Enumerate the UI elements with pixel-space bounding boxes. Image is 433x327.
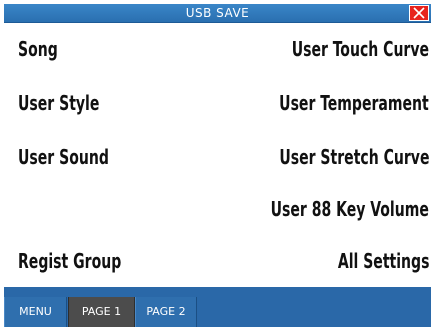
user-temperament-option[interactable]: User Temperament (279, 88, 429, 118)
close-button[interactable] (409, 5, 429, 21)
tab-page-2[interactable]: PAGE 2 (135, 297, 197, 327)
user-touch-curve-option[interactable]: User Touch Curve (292, 34, 429, 64)
user-stretch-curve-option[interactable]: User Stretch Curve (279, 142, 429, 172)
tab-page-1[interactable]: PAGE 1 (68, 297, 135, 327)
bottom-tab-bar: MENU PAGE 1 PAGE 2 (4, 287, 431, 327)
regist-group-option[interactable]: Regist Group (18, 246, 121, 276)
tab-menu[interactable]: MENU (4, 297, 67, 327)
screen-title: USB SAVE (185, 6, 250, 20)
user-style-option[interactable]: User Style (18, 88, 99, 118)
close-icon (413, 7, 425, 19)
all-settings-option[interactable]: All Settings (337, 246, 429, 276)
user-88-key-volume-option[interactable]: User 88 Key Volume (271, 194, 429, 224)
title-bar: USB SAVE (4, 4, 431, 23)
song-option[interactable]: Song (18, 34, 58, 64)
user-sound-option[interactable]: User Sound (18, 142, 109, 172)
usb-save-screen: USB SAVE Song User Style User Sound Regi… (0, 0, 433, 327)
